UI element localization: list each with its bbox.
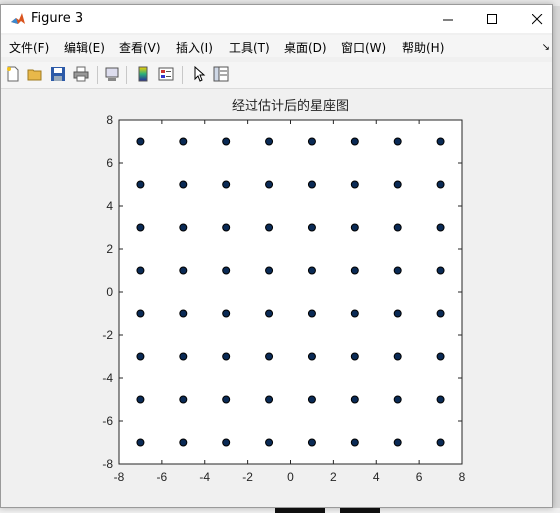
scatter-point bbox=[350, 223, 359, 232]
scatter-point bbox=[307, 137, 316, 146]
x-tick-label: 6 bbox=[416, 470, 423, 484]
scatter-point bbox=[307, 352, 316, 361]
scatter-point bbox=[136, 223, 145, 232]
scatter-point bbox=[265, 223, 274, 232]
x-tick-label: -8 bbox=[114, 470, 125, 484]
scatter-point bbox=[393, 395, 402, 404]
scatter-point bbox=[179, 352, 188, 361]
y-tick-label: 8 bbox=[106, 113, 113, 127]
scatter-point bbox=[136, 309, 145, 318]
scatter-point bbox=[307, 395, 316, 404]
y-tick-label: 4 bbox=[106, 199, 113, 213]
scatter-point bbox=[222, 223, 231, 232]
scatter-point bbox=[179, 309, 188, 318]
scatter-point bbox=[136, 266, 145, 275]
y-tick-label: 2 bbox=[106, 242, 113, 256]
scatter-point bbox=[136, 180, 145, 189]
scatter-point bbox=[265, 266, 274, 275]
scatter-point bbox=[179, 223, 188, 232]
scatter-point bbox=[350, 309, 359, 318]
scatter-point bbox=[350, 438, 359, 447]
scatter-point bbox=[436, 180, 445, 189]
y-tick-label: -2 bbox=[102, 328, 113, 342]
x-tick-label: -6 bbox=[157, 470, 168, 484]
scatter-point bbox=[265, 309, 274, 318]
scatter-point bbox=[350, 137, 359, 146]
scatter-point bbox=[436, 223, 445, 232]
scatter-point bbox=[350, 266, 359, 275]
constellation-plot: -8 -6 -4 -2 0 2 4 6 8 -8 -6 -4 -2 0 2 4 6 8 bbox=[102, 113, 466, 484]
x-tick-label: 2 bbox=[330, 470, 337, 484]
scatter-point bbox=[265, 180, 274, 189]
scatter-point bbox=[307, 180, 316, 189]
scatter-point bbox=[136, 395, 145, 404]
scatter-point bbox=[393, 180, 402, 189]
scatter-point bbox=[179, 137, 188, 146]
scatter-point bbox=[393, 309, 402, 318]
x-tick-label: -2 bbox=[242, 470, 253, 484]
scatter-point bbox=[393, 438, 402, 447]
x-tick-label: 8 bbox=[459, 470, 466, 484]
scatter-point bbox=[222, 137, 231, 146]
x-tick-label: -4 bbox=[199, 470, 210, 484]
scatter-point bbox=[307, 438, 316, 447]
scatter-point bbox=[436, 137, 445, 146]
scatter-point bbox=[136, 352, 145, 361]
scatter-point bbox=[393, 223, 402, 232]
scatter-point bbox=[436, 438, 445, 447]
y-tick-label: -8 bbox=[102, 457, 113, 471]
scatter-point bbox=[307, 223, 316, 232]
scatter-point bbox=[307, 266, 316, 275]
scatter-point bbox=[265, 395, 274, 404]
scatter-point bbox=[222, 438, 231, 447]
scatter-point bbox=[350, 352, 359, 361]
scatter-point bbox=[222, 395, 231, 404]
scatter-point bbox=[436, 309, 445, 318]
scatter-point bbox=[179, 180, 188, 189]
scatter-point bbox=[265, 352, 274, 361]
scatter-point bbox=[222, 266, 231, 275]
scatter-point bbox=[393, 266, 402, 275]
scatter-point bbox=[222, 180, 231, 189]
scatter-point bbox=[436, 266, 445, 275]
scatter-point bbox=[222, 352, 231, 361]
scatter-point bbox=[350, 180, 359, 189]
scatter-point bbox=[393, 137, 402, 146]
y-tick-label: -4 bbox=[102, 371, 113, 385]
scatter-point bbox=[350, 395, 359, 404]
y-tick-label: 0 bbox=[106, 285, 113, 299]
scatter-point bbox=[265, 438, 274, 447]
scatter-point bbox=[179, 438, 188, 447]
scatter-point bbox=[307, 309, 316, 318]
axes-box[interactable] bbox=[118, 119, 463, 465]
scatter-point bbox=[179, 266, 188, 275]
scatter-point bbox=[436, 352, 445, 361]
y-tick-label: 6 bbox=[106, 156, 113, 170]
scatter-point bbox=[436, 395, 445, 404]
x-tick-label: 4 bbox=[373, 470, 380, 484]
scatter-point bbox=[179, 395, 188, 404]
y-tick-label: -6 bbox=[102, 414, 113, 428]
x-tick-label: 0 bbox=[287, 470, 294, 484]
scatter-point bbox=[136, 438, 145, 447]
scatter-point bbox=[265, 137, 274, 146]
scatter-point bbox=[136, 137, 145, 146]
scatter-point bbox=[222, 309, 231, 318]
scatter-point bbox=[393, 352, 402, 361]
